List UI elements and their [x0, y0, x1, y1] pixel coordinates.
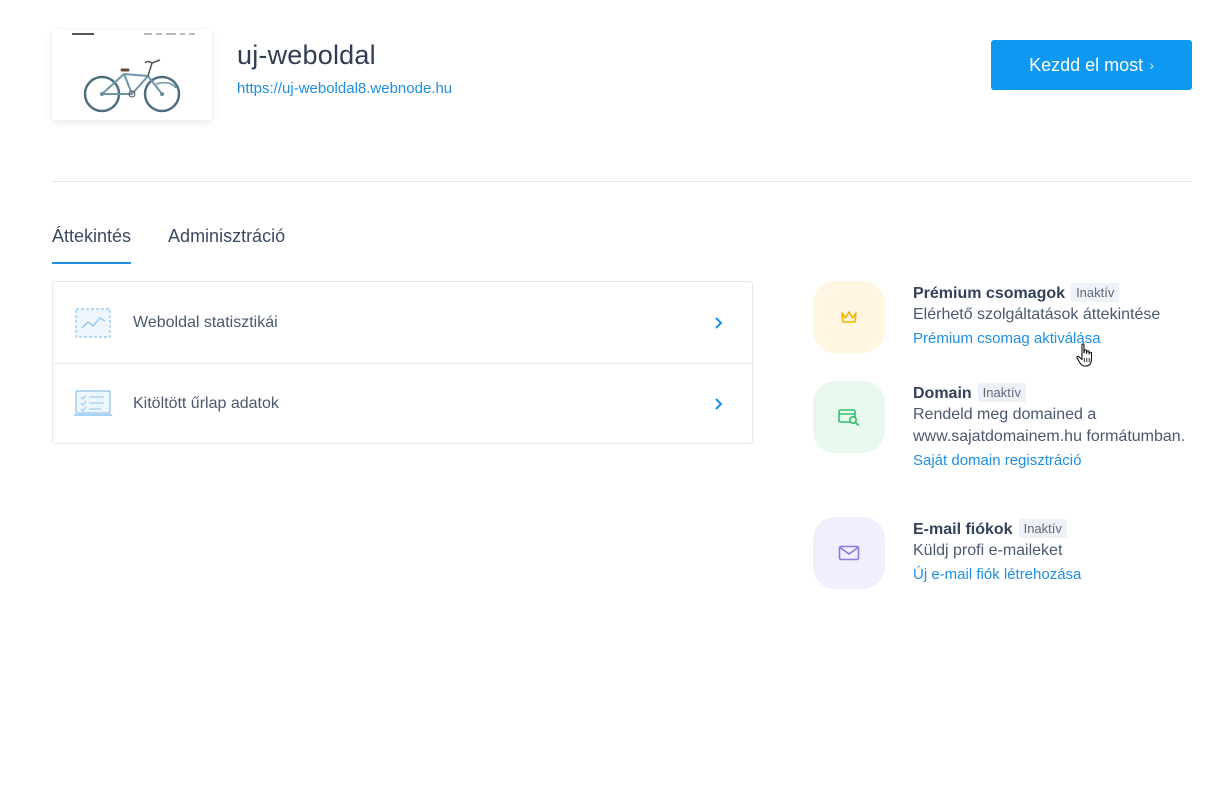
- envelope-icon: [813, 517, 885, 589]
- header-divider: [52, 181, 1192, 182]
- register-domain-link[interactable]: Saját domain regisztráció: [913, 452, 1193, 469]
- list-item-form-data[interactable]: Kitöltött űrlap adatok: [53, 363, 752, 444]
- site-url-link[interactable]: https://uj-weboldal8.webnode.hu: [237, 80, 452, 97]
- tab-overview[interactable]: Áttekintés: [52, 226, 132, 264]
- list-item-website-statistics[interactable]: Weboldal statisztikái: [53, 282, 752, 363]
- chevron-right-icon: [715, 316, 723, 329]
- feature-description: Elérhető szolgáltatások áttekintése: [913, 306, 1161, 323]
- feature-description: Rendeld meg domained a www.sajatdomainem…: [913, 406, 1186, 445]
- overview-card: Weboldal statisztikái Kitöltött űrlap ad…: [52, 281, 753, 444]
- feature-title: Prémium csomagok: [913, 285, 1066, 302]
- chevron-right-icon: [715, 398, 723, 410]
- hand-cursor-icon: [1076, 343, 1093, 367]
- feature-email: E-mail fiókok Inaktív Küldj profi e-maile…: [813, 517, 1193, 597]
- status-badge: Inaktív: [977, 383, 1026, 402]
- list-item-label: Kitöltött űrlap adatok: [133, 395, 279, 412]
- activate-premium-link[interactable]: Prémium csomag aktiválása: [913, 330, 1193, 347]
- domain-search-icon: [813, 381, 885, 453]
- feature-title: E-mail fiókok: [913, 521, 1013, 538]
- feature-premium: Prémium csomagok Inaktív Elérhető szolgál…: [813, 281, 1193, 371]
- feature-description: Küldj profi e-maileket: [913, 542, 1063, 559]
- tab-bar: Áttekintés Adminisztráció: [52, 226, 285, 264]
- chart-icon: [73, 307, 113, 339]
- create-email-link[interactable]: Új e-mail fiók létrehozása: [913, 566, 1193, 583]
- chevron-right-icon: ›: [1149, 57, 1154, 73]
- site-thumbnail[interactable]: [52, 30, 212, 120]
- start-now-button[interactable]: Kezdd el most ›: [991, 40, 1192, 90]
- tab-administration[interactable]: Adminisztráció: [168, 226, 285, 264]
- site-title: uj-weboldal: [237, 40, 376, 70]
- status-badge: Inaktív: [1018, 519, 1067, 538]
- start-now-label: Kezdd el most: [1029, 54, 1144, 75]
- form-icon: [73, 388, 113, 420]
- crown-icon: [813, 281, 885, 353]
- status-badge: Inaktív: [1071, 283, 1120, 302]
- bicycle-image: [83, 59, 181, 113]
- feature-domain: Domain Inaktív Rendeld meg domained a www…: [813, 381, 1193, 511]
- feature-title: Domain: [913, 385, 972, 402]
- list-item-label: Weboldal statisztikái: [133, 313, 278, 331]
